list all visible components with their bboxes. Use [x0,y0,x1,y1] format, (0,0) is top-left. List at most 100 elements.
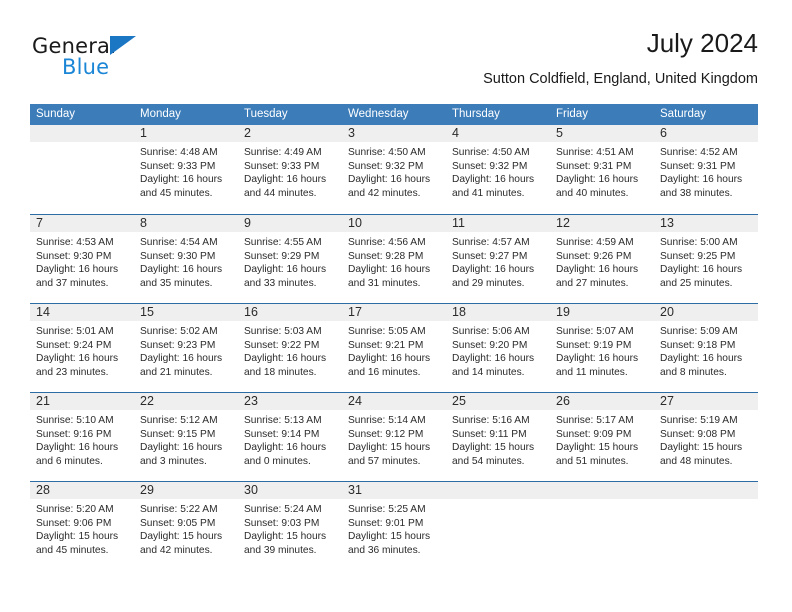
daylight-text: Daylight: 15 hours and 54 minutes. [452,442,535,467]
calendar-day-cell[interactable]: 9 Sunrise: 4:55 AM Sunset: 9:29 PM Daylight… [238,215,342,303]
day-details: Sunrise: 5:19 AM Sunset: 9:08 PM Daylight:… [654,410,758,468]
calendar-day-cell[interactable]: 15 Sunrise: 5:02 AM Sunset: 9:23 PM Dayligh… [134,304,238,392]
calendar-day-cell[interactable]: 18 Sunrise: 5:06 AM Sunset: 9:20 PM Dayligh… [446,304,550,392]
calendar-day-cell[interactable]: 11 Sunrise: 4:57 AM Sunset: 9:27 PM Dayligh… [446,215,550,303]
calendar-day-cell[interactable]: 31 Sunrise: 5:25 AM Sunset: 9:01 PM Dayligh… [342,482,446,570]
calendar-day-cell[interactable]: 28 Sunrise: 5:20 AM Sunset: 9:06 PM Dayligh… [30,482,134,570]
calendar-day-cell[interactable]: 12 Sunrise: 4:59 AM Sunset: 9:26 PM Dayligh… [550,215,654,303]
daylight-text: Daylight: 16 hours and 18 minutes. [244,353,327,378]
calendar-day-cell[interactable]: 10 Sunrise: 4:56 AM Sunset: 9:28 PM Dayligh… [342,215,446,303]
daylight-text: Daylight: 16 hours and 23 minutes. [36,353,119,378]
calendar-day-cell[interactable]: 6 Sunrise: 4:52 AM Sunset: 9:31 PM Daylight… [654,125,758,214]
sunset-text: Sunset: 9:33 PM [140,160,216,172]
day-details: Sunrise: 5:16 AM Sunset: 9:11 PM Daylight:… [446,410,550,468]
calendar-day-cell[interactable]: 3 Sunrise: 4:50 AM Sunset: 9:32 PM Daylight… [342,125,446,214]
day-number: 25 [452,394,466,408]
daylight-text: Daylight: 15 hours and 42 minutes. [140,531,223,556]
sunset-text: Sunset: 9:14 PM [244,428,320,440]
calendar-day-cell[interactable]: 21 Sunrise: 5:10 AM Sunset: 9:16 PM Dayligh… [30,393,134,481]
calendar-day-cell[interactable]: 29 Sunrise: 5:22 AM Sunset: 9:05 PM Dayligh… [134,482,238,570]
sunset-text: Sunset: 9:20 PM [452,339,528,351]
calendar-day-cell[interactable]: 23 Sunrise: 5:13 AM Sunset: 9:14 PM Dayligh… [238,393,342,481]
day-number-band: 28 [30,482,134,499]
day-number: 19 [556,305,570,319]
day-number: 21 [36,394,50,408]
calendar-weeks: 1 Sunrise: 4:48 AM Sunset: 9:33 PM Daylight… [30,125,758,570]
weekday-header-monday: Monday [140,108,181,120]
day-number-band: 29 [134,482,238,499]
day-details: Sunrise: 4:53 AM Sunset: 9:30 PM Daylight:… [30,232,134,290]
calendar-day-cell[interactable]: 25 Sunrise: 5:16 AM Sunset: 9:11 PM Dayligh… [446,393,550,481]
daylight-text: Daylight: 15 hours and 39 minutes. [244,531,327,556]
sunset-text: Sunset: 9:12 PM [348,428,424,440]
day-number: 27 [660,394,674,408]
calendar-page: General Blue July 2024 Sutton Coldfield,… [0,0,792,612]
calendar-day-cell-empty [550,482,654,570]
sunrise-text: Sunrise: 4:50 AM [348,147,426,158]
day-number-band: 23 [238,393,342,410]
sunset-text: Sunset: 9:11 PM [452,428,527,440]
calendar-day-cell[interactable]: 24 Sunrise: 5:14 AM Sunset: 9:12 PM Dayligh… [342,393,446,481]
calendar-day-cell[interactable]: 4 Sunrise: 4:50 AM Sunset: 9:32 PM Daylight… [446,125,550,214]
calendar-day-cell[interactable]: 20 Sunrise: 5:09 AM Sunset: 9:18 PM Dayligh… [654,304,758,392]
daylight-text: Daylight: 16 hours and 11 minutes. [556,353,639,378]
day-details: Sunrise: 5:09 AM Sunset: 9:18 PM Daylight:… [654,321,758,379]
day-number: 18 [452,305,466,319]
day-details: Sunrise: 5:12 AM Sunset: 9:15 PM Daylight:… [134,410,238,468]
day-number-band: 30 [238,482,342,499]
sunset-text: Sunset: 9:29 PM [244,250,320,262]
generalblue-logo[interactable]: General Blue [32,34,212,92]
calendar-day-cell[interactable]: 17 Sunrise: 5:05 AM Sunset: 9:21 PM Dayligh… [342,304,446,392]
calendar-day-cell[interactable]: 2 Sunrise: 4:49 AM Sunset: 9:33 PM Daylight… [238,125,342,214]
sunset-text: Sunset: 9:30 PM [140,250,216,262]
calendar-day-cell[interactable]: 5 Sunrise: 4:51 AM Sunset: 9:31 PM Daylight… [550,125,654,214]
calendar-week-row: 1 Sunrise: 4:48 AM Sunset: 9:33 PM Daylight… [30,125,758,214]
day-details: Sunrise: 5:13 AM Sunset: 9:14 PM Daylight:… [238,410,342,468]
weekday-header-sunday: Sunday [36,108,76,120]
day-number: 15 [140,305,154,319]
calendar-day-cell[interactable]: 22 Sunrise: 5:12 AM Sunset: 9:15 PM Dayligh… [134,393,238,481]
sunrise-text: Sunrise: 5:09 AM [660,326,738,337]
calendar-day-cell[interactable]: 13 Sunrise: 5:00 AM Sunset: 9:25 PM Dayligh… [654,215,758,303]
calendar-day-cell[interactable]: 19 Sunrise: 5:07 AM Sunset: 9:19 PM Dayligh… [550,304,654,392]
daylight-text: Daylight: 16 hours and 27 minutes. [556,264,639,289]
day-details: Sunrise: 4:49 AM Sunset: 9:33 PM Daylight:… [238,142,342,200]
day-number-band: 21 [30,393,134,410]
weekday-header-friday: Friday [556,108,588,120]
title-block: July 2024 Sutton Coldfield, England, Uni… [483,28,758,88]
calendar-day-cell[interactable]: 7 Sunrise: 4:53 AM Sunset: 9:30 PM Daylight… [30,215,134,303]
day-number-band: 7 [30,215,134,232]
calendar-day-cell[interactable]: 14 Sunrise: 5:01 AM Sunset: 9:24 PM Dayligh… [30,304,134,392]
daylight-text: Daylight: 15 hours and 48 minutes. [660,442,743,467]
day-details: Sunrise: 4:50 AM Sunset: 9:32 PM Daylight:… [342,142,446,200]
day-number: 17 [348,305,362,319]
sunrise-text: Sunrise: 4:52 AM [660,147,738,158]
day-number-band [446,482,550,499]
sunrise-text: Sunrise: 5:01 AM [36,326,114,337]
sunrise-text: Sunrise: 5:16 AM [452,415,530,426]
day-details: Sunrise: 4:56 AM Sunset: 9:28 PM Daylight:… [342,232,446,290]
sunset-text: Sunset: 9:23 PM [140,339,216,351]
daylight-text: Daylight: 15 hours and 36 minutes. [348,531,431,556]
calendar-day-cell[interactable]: 26 Sunrise: 5:17 AM Sunset: 9:09 PM Dayligh… [550,393,654,481]
calendar-week-row: 7 Sunrise: 4:53 AM Sunset: 9:30 PM Daylight… [30,214,758,303]
calendar-day-cell[interactable]: 8 Sunrise: 4:54 AM Sunset: 9:30 PM Daylight… [134,215,238,303]
calendar-week-row: 28 Sunrise: 5:20 AM Sunset: 9:06 PM Dayligh… [30,481,758,570]
sunset-text: Sunset: 9:21 PM [348,339,424,351]
day-details: Sunrise: 5:10 AM Sunset: 9:16 PM Daylight:… [30,410,134,468]
day-number: 13 [660,216,674,230]
calendar-day-cell[interactable]: 30 Sunrise: 5:24 AM Sunset: 9:03 PM Dayligh… [238,482,342,570]
calendar-day-cell[interactable]: 16 Sunrise: 5:03 AM Sunset: 9:22 PM Dayligh… [238,304,342,392]
sunset-text: Sunset: 9:22 PM [244,339,320,351]
sunrise-text: Sunrise: 5:20 AM [36,504,114,515]
sunrise-text: Sunrise: 5:03 AM [244,326,322,337]
sunrise-text: Sunrise: 4:49 AM [244,147,322,158]
sunrise-text: Sunrise: 4:59 AM [556,237,634,248]
day-number-band: 4 [446,125,550,142]
sunrise-text: Sunrise: 4:51 AM [556,147,634,158]
day-details: Sunrise: 4:52 AM Sunset: 9:31 PM Daylight:… [654,142,758,200]
calendar-day-cell[interactable]: 1 Sunrise: 4:48 AM Sunset: 9:33 PM Daylight… [134,125,238,214]
day-number-band: 18 [446,304,550,321]
calendar-day-cell[interactable]: 27 Sunrise: 5:19 AM Sunset: 9:08 PM Dayligh… [654,393,758,481]
daylight-text: Daylight: 16 hours and 45 minutes. [140,174,223,199]
